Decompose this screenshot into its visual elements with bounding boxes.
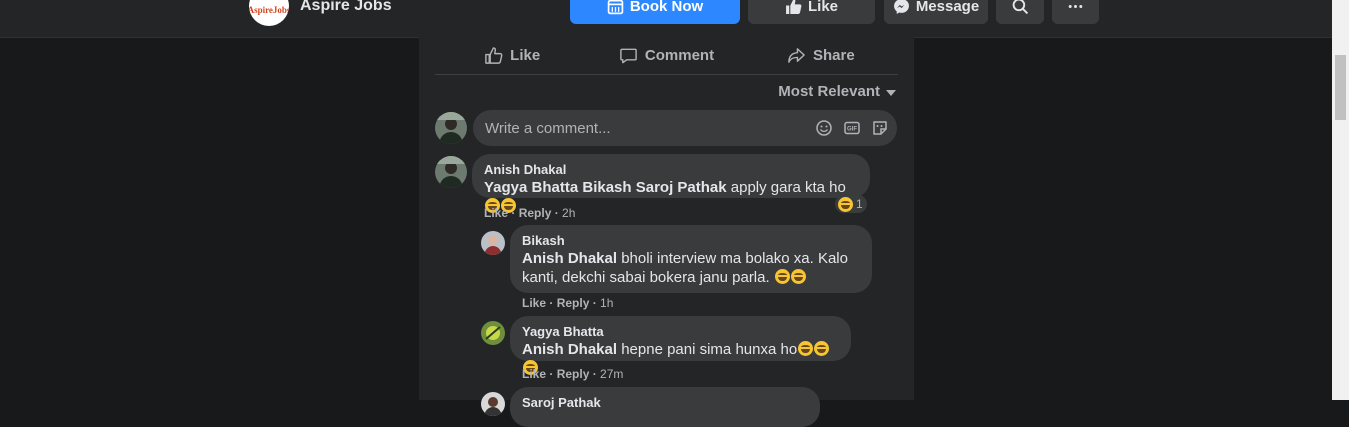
user-photo-icon: [435, 112, 467, 144]
comment-text: apply gara kta ho: [726, 179, 846, 196]
calendar-icon: [607, 0, 624, 14]
thumbs-up-outline-icon: [485, 47, 503, 64]
reply-bubble: Bikash Anish Dhakal bholi interview ma b…: [510, 225, 872, 293]
post-like-label: Like: [510, 47, 541, 64]
user-photo-icon: [481, 392, 505, 416]
reply-author[interactable]: Bikash: [522, 233, 860, 249]
comment-icon: [620, 48, 637, 64]
reply-meta: Like · Reply · 27m: [522, 367, 624, 381]
laughing-emoji-icon: [814, 341, 830, 356]
more-dots-icon: [1068, 4, 1083, 8]
reply-like-link[interactable]: Like: [522, 367, 546, 381]
user-photo-icon: [481, 231, 505, 255]
post-action-bar: Like Comment Share: [435, 37, 898, 75]
reaction-count-value: 1: [856, 197, 863, 211]
book-now-button[interactable]: Book Now: [570, 0, 740, 24]
reply-bubble: Saroj Pathak: [510, 387, 820, 427]
reply-meta: Like · Reply · 1h: [522, 296, 614, 310]
comment-reply-link[interactable]: Reply: [519, 206, 552, 220]
post-share-label: Share: [812, 47, 855, 64]
laughing-emoji-icon: [798, 341, 814, 356]
comment-placeholder: Write a comment...: [485, 120, 611, 137]
reply-author[interactable]: Yagya Bhatta: [522, 324, 839, 340]
post-card: Like Comment Share Most Relevant Write a…: [419, 37, 914, 427]
page-avatar[interactable]: AspireJobs: [249, 0, 289, 26]
post-share-button[interactable]: Share: [744, 37, 898, 74]
comment-author-avatar[interactable]: [435, 156, 467, 188]
reply-author-avatar[interactable]: [481, 231, 505, 255]
current-user-avatar[interactable]: [435, 112, 467, 144]
more-options-button[interactable]: [1052, 0, 1099, 24]
page-scrollbar-thumb[interactable]: [1335, 55, 1346, 120]
reply-bubble: Yagya Bhatta Anish Dhakal hepne pani sim…: [510, 316, 851, 375]
page-header-bar: AspireJobs Aspire Jobs Book Now Like Mes…: [0, 0, 1332, 38]
sticker-icon[interactable]: [871, 119, 889, 137]
reply-author-avatar[interactable]: [481, 392, 505, 416]
page-like-label: Like: [807, 0, 838, 15]
reply-text: hepne pani sima hunxa ho: [617, 341, 798, 358]
comment-bubble: Anish Dhakal Yagya Bhatta Bikash Saroj P…: [472, 154, 870, 213]
search-button[interactable]: [996, 0, 1044, 24]
reply-mentions[interactable]: Anish Dhakal: [522, 341, 617, 358]
page-like-button[interactable]: Like: [748, 0, 875, 24]
comment-like-link[interactable]: Like: [484, 206, 508, 220]
haha-reaction-icon: [838, 196, 853, 212]
reply-reply-link[interactable]: Reply: [557, 367, 590, 381]
thumbs-up-icon: [786, 0, 802, 14]
comment-input[interactable]: Write a comment... GIF: [473, 110, 897, 146]
book-now-label: Book Now: [629, 0, 704, 15]
share-icon: [788, 48, 805, 63]
messenger-icon: [893, 0, 909, 14]
reply-time[interactable]: 1h: [600, 296, 613, 310]
emoji-icon[interactable]: [815, 119, 833, 137]
reply-like-link[interactable]: Like: [522, 296, 546, 310]
user-photo-icon: [481, 321, 505, 345]
reply-author-avatar[interactable]: [481, 321, 505, 345]
laughing-emoji-icon: [774, 269, 790, 284]
reply-time[interactable]: 27m: [600, 367, 623, 381]
reaction-count[interactable]: 1: [835, 195, 867, 213]
page-logo-text: AspireJobs: [249, 5, 289, 15]
comment-author[interactable]: Anish Dhakal: [484, 162, 858, 178]
sort-label: Most Relevant: [778, 83, 880, 100]
message-label: Message: [915, 0, 980, 15]
reply-mentions[interactable]: Anish Dhakal: [522, 250, 617, 267]
reply-author[interactable]: Saroj Pathak: [522, 395, 808, 411]
comment-sort-dropdown[interactable]: Most Relevant: [778, 83, 896, 100]
page-name[interactable]: Aspire Jobs: [300, 0, 392, 15]
post-comment-button[interactable]: Comment: [589, 37, 743, 74]
gif-icon[interactable]: GIF: [843, 119, 861, 137]
comment-time[interactable]: 2h: [562, 206, 575, 220]
comment-meta: Like · Reply · 2h: [484, 206, 576, 220]
laughing-emoji-icon: [790, 269, 806, 284]
post-like-button[interactable]: Like: [435, 37, 589, 74]
reply-reply-link[interactable]: Reply: [557, 296, 590, 310]
message-button[interactable]: Message: [884, 0, 988, 24]
post-comment-label: Comment: [644, 47, 715, 64]
caret-down-icon: [886, 89, 896, 96]
user-photo-icon: [435, 156, 467, 188]
svg-text:GIF: GIF: [847, 127, 857, 133]
search-icon: [1012, 0, 1028, 14]
comment-mentions[interactable]: Yagya Bhatta Bikash Saroj Pathak: [484, 179, 727, 196]
